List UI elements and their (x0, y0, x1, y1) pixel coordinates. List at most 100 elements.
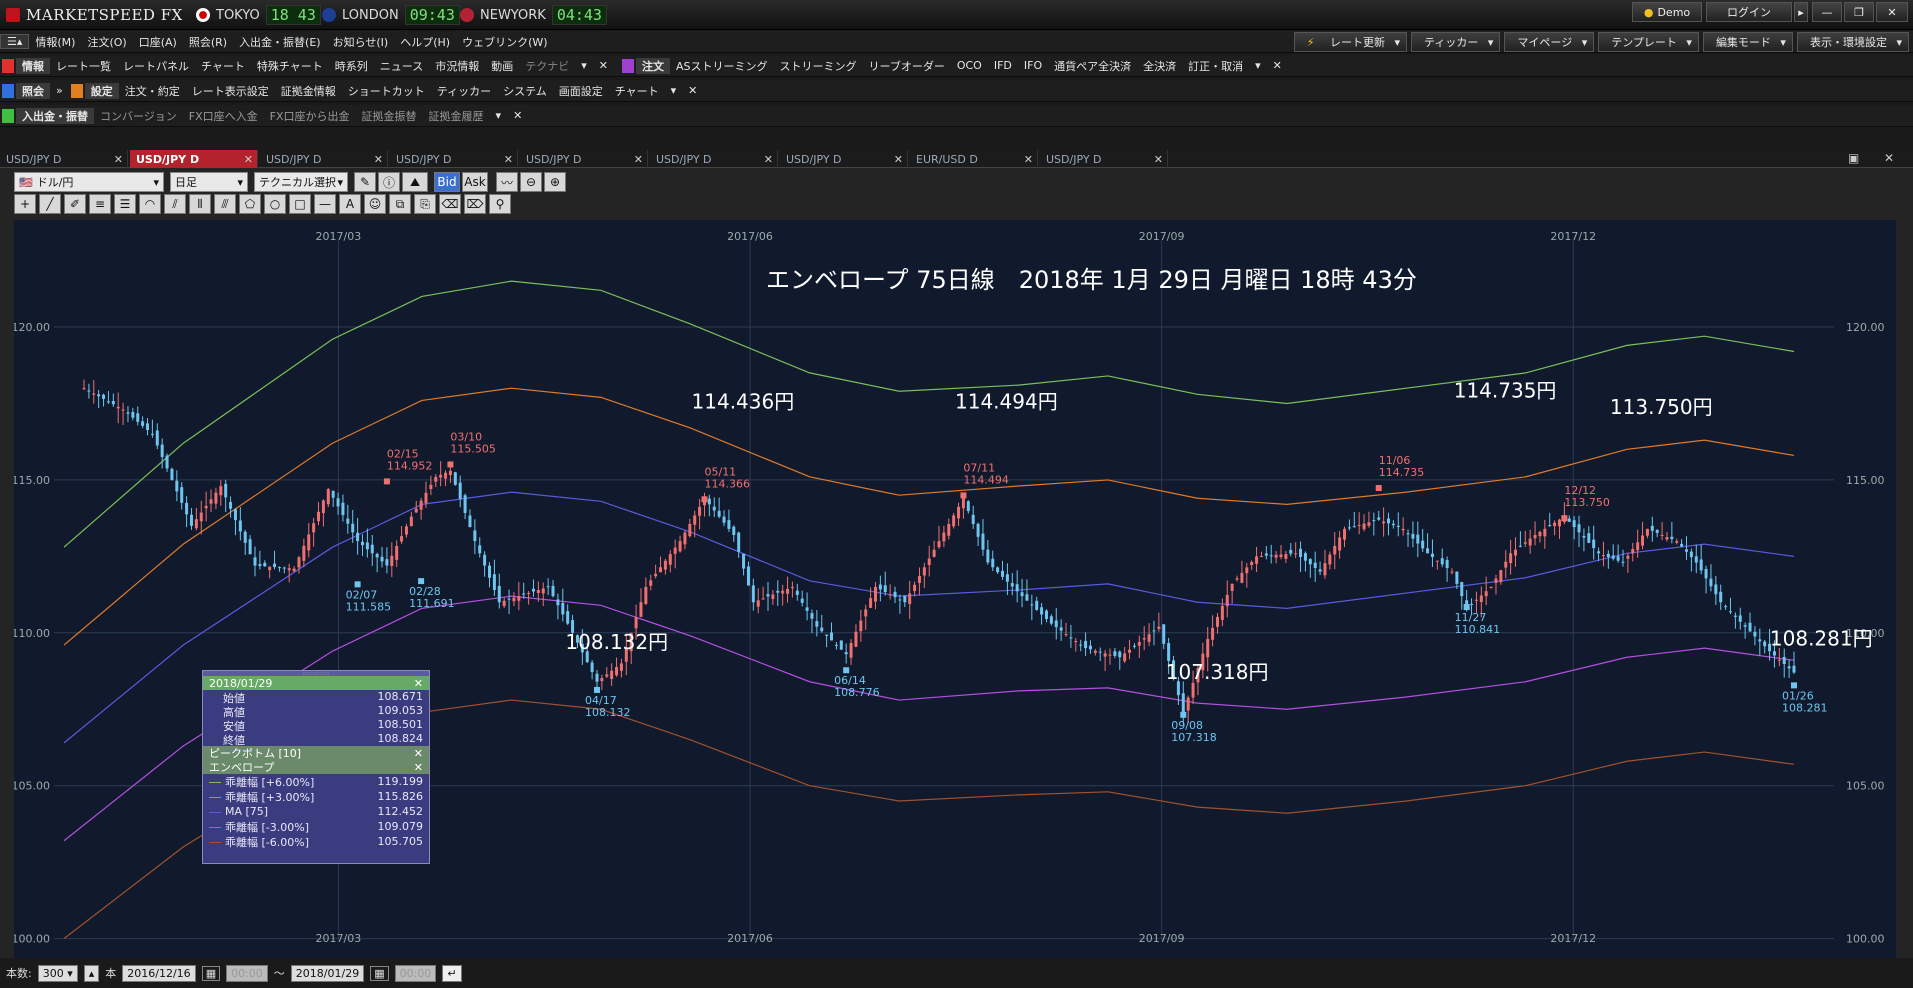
item-oco[interactable]: OCO (951, 59, 988, 72)
arc-icon[interactable]: ◠ (139, 194, 161, 214)
to-date-field[interactable]: 2018/01/29 (290, 964, 365, 982)
item-chart-settings[interactable]: チャート (609, 83, 665, 99)
item-leave-order[interactable]: リーブオーダー (863, 58, 951, 74)
close-tab-icon[interactable]: ✕ (374, 153, 383, 166)
close-icon[interactable]: ✕ (507, 109, 528, 122)
close-tab-icon[interactable]: ✕ (894, 153, 903, 166)
menu-order[interactable]: 注文(O) (81, 34, 132, 50)
item-streaming[interactable]: ストリーミング (774, 58, 863, 74)
period-select[interactable]: 日足 ▾ (170, 172, 248, 192)
refresh-icon[interactable]: ↵ (442, 964, 462, 982)
from-time-field[interactable]: 00:00 (226, 964, 268, 982)
menu-deposit[interactable]: 入出金・振替(E) (233, 34, 327, 50)
item-withdraw-fx[interactable]: FX口座から出金 (264, 108, 356, 124)
menu-info[interactable]: 情報(M) (29, 34, 81, 50)
close-icon[interactable]: ✕ (682, 84, 703, 97)
close-tab-icon[interactable]: ✕ (634, 153, 643, 166)
mypage-button[interactable]: マイページ ▾ (1504, 31, 1595, 52)
close-tab-icon[interactable]: ✕ (504, 153, 513, 166)
item-news[interactable]: ニュース (374, 58, 429, 74)
login-button[interactable]: ログイン (1706, 2, 1792, 22)
icon-icon[interactable]: ☺ (364, 194, 386, 214)
line-icon[interactable]: ╱ (39, 194, 61, 214)
item-system[interactable]: システム (497, 83, 553, 99)
menu-account[interactable]: 口座(A) (133, 34, 183, 50)
item-margin-transfer[interactable]: 証拠金振替 (356, 108, 423, 124)
from-date-field[interactable]: 2016/12/16 (122, 964, 196, 982)
chevron-down-icon[interactable]: ▾ (665, 84, 683, 97)
bid-button[interactable]: Bid (434, 172, 460, 192)
magnet-icon[interactable]: ⚲ (489, 194, 511, 214)
line-chart-icon[interactable]: 〰 (496, 172, 518, 192)
calendar-icon[interactable]: ▦ (370, 965, 389, 981)
ask-button[interactable]: Ask (462, 172, 488, 192)
item-chart[interactable]: チャート (195, 58, 251, 74)
hline-icon[interactable]: — (314, 194, 336, 214)
restore-icon[interactable]: ▣ (1848, 151, 1859, 165)
count-stepper-up[interactable]: ▴ (83, 964, 100, 982)
close-icon[interactable]: ✕ (414, 747, 423, 760)
maximize-button[interactable]: ❐ (1844, 2, 1874, 22)
item-rate-display[interactable]: レート表示設定 (186, 83, 275, 99)
close-icon[interactable]: ✕ (1267, 59, 1288, 72)
tab-9[interactable]: USD/JPY D ✕ (1040, 150, 1168, 168)
text-icon[interactable]: A (339, 194, 361, 214)
crosshair-icon[interactable]: + (14, 194, 36, 214)
close-tab-icon[interactable]: ✕ (764, 153, 773, 166)
multi-lines-icon[interactable]: ☰ (114, 194, 136, 214)
item-ifd[interactable]: IFD (988, 59, 1018, 72)
template-button[interactable]: テンプレート ▾ (1598, 31, 1699, 52)
chevron-down-icon[interactable]: ▾ (1249, 59, 1267, 72)
channel-icon[interactable]: ⫻ (214, 194, 236, 214)
zoom-out-icon[interactable]: ⊖ (520, 172, 542, 192)
display-settings-button[interactable]: 表示・環境設定 ▾ (1796, 31, 1909, 52)
tab-1[interactable]: USD/JPY D ✕ (0, 150, 128, 168)
chevron-down-icon[interactable]: ▾ (490, 109, 508, 122)
item-technavi[interactable]: テクナビ (519, 58, 575, 74)
ticker-button[interactable]: ティッカー ▾ (1411, 31, 1501, 52)
tab-8[interactable]: EUR/USD D ✕ (910, 150, 1038, 168)
item-special-chart[interactable]: 特殊チャート (251, 58, 329, 74)
item-order-exec[interactable]: 注文・約定 (119, 83, 186, 99)
technical-select[interactable]: テクニカル選択 ▾ (254, 172, 348, 192)
to-time-field[interactable]: 00:00 (394, 964, 437, 982)
tab-7[interactable]: USD/JPY D ✕ (780, 150, 908, 168)
rectangle-icon[interactable]: □ (289, 194, 311, 214)
tab-3[interactable]: USD/JPY D ✕ (260, 150, 388, 168)
rate-update-button[interactable]: ⚡ レート更新 ▾ (1293, 31, 1408, 52)
zoom-in-icon[interactable]: ⊕ (544, 172, 566, 192)
menu-help[interactable]: ヘルプ(H) (394, 34, 456, 50)
paste-icon[interactable]: ⎘ (414, 194, 436, 214)
tab-6[interactable]: USD/JPY D ✕ (650, 150, 778, 168)
item-ifo[interactable]: IFO (1018, 59, 1048, 72)
close-icon[interactable]: ✕ (593, 59, 614, 72)
close-icon[interactable]: ✕ (414, 677, 423, 690)
item-modify-cancel[interactable]: 訂正・取消 (1182, 58, 1249, 74)
item-shortcut[interactable]: ショートカット (342, 83, 431, 99)
count-select[interactable]: 300 ▾ (37, 964, 78, 982)
area-chart-icon[interactable]: ⛰ (402, 172, 428, 192)
login-arrow-icon[interactable]: ▸ (1794, 2, 1808, 22)
menu-weblink[interactable]: ウェブリンク(W) (456, 34, 553, 50)
pentagon-icon[interactable]: ⬠ (239, 194, 261, 214)
ruler-icon[interactable]: ✐ (64, 194, 86, 214)
circle-icon[interactable]: ○ (264, 194, 286, 214)
tab-2[interactable]: USD/JPY D ✕ (130, 150, 258, 168)
close-chart-icon[interactable]: ✕ (1884, 151, 1894, 165)
chevron-down-icon[interactable]: ▾ (575, 59, 593, 72)
fan-icon[interactable]: ⫽ (164, 194, 186, 214)
item-timeseries[interactable]: 時系列 (329, 58, 374, 74)
info-icon[interactable]: ⓘ (378, 172, 400, 192)
data-window[interactable]: :::::::::::::::: 2018/01/29 ✕ 始値 108.671 高… (202, 670, 430, 864)
close-tab-icon[interactable]: ✕ (1154, 153, 1163, 166)
item-video[interactable]: 動画 (485, 58, 519, 74)
menu-notice[interactable]: お知らせ(I) (327, 34, 395, 50)
item-rate-panel[interactable]: レートパネル (117, 58, 195, 74)
menu-inquiry[interactable]: 照会(R) (183, 34, 233, 50)
pen-icon[interactable]: ✎ (354, 172, 376, 192)
item-pair-close-all[interactable]: 通貨ペア全決済 (1048, 58, 1137, 74)
item-ticker[interactable]: ティッカー (431, 83, 497, 99)
close-icon[interactable]: ✕ (414, 761, 423, 774)
item-rate-list[interactable]: レート一覧 (50, 58, 117, 74)
minimize-button[interactable]: — (1812, 2, 1842, 22)
